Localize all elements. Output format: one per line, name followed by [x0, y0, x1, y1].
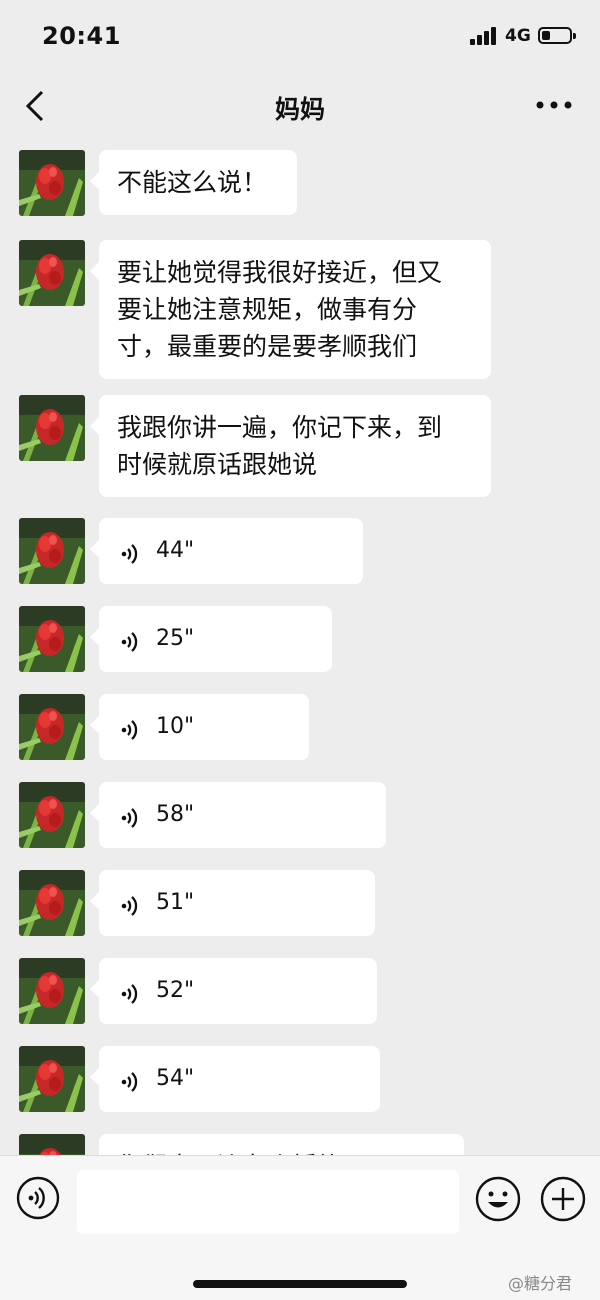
more-button[interactable]	[532, 90, 576, 120]
contact-avatar[interactable]	[19, 606, 85, 672]
more-dots-icon	[536, 101, 572, 109]
contact-avatar[interactable]	[19, 395, 85, 461]
voice-wave-icon	[119, 1067, 143, 1092]
message-line: 要让她觉得我很好接近，但又	[117, 258, 443, 287]
voice-duration: 44"	[156, 538, 195, 563]
contact-avatar[interactable]	[19, 518, 85, 584]
voice-message-bubble[interactable]: 58"	[90, 782, 386, 848]
status-time: 20:41	[42, 22, 121, 50]
battery-icon	[538, 27, 576, 44]
voice-wave-icon	[119, 891, 143, 916]
chat-header: 妈妈	[0, 72, 600, 140]
voice-wave-icon	[119, 539, 143, 564]
contact-avatar[interactable]	[19, 870, 85, 936]
contact-avatar[interactable]	[19, 240, 85, 306]
contact-avatar[interactable]	[19, 1134, 85, 1155]
contact-avatar[interactable]	[19, 694, 85, 760]
contact-avatar[interactable]	[19, 782, 85, 848]
watermark: @糖分君	[508, 1274, 573, 1293]
text-message-bubble[interactable]: 你们去那边办个婚礼吧	[99, 1134, 464, 1155]
emoji-button[interactable]	[475, 1176, 521, 1222]
voice-duration: 52"	[156, 978, 195, 1003]
text-message-bubble[interactable]: 我跟你讲一遍，你记下来，到 时候就原话跟她说	[90, 395, 491, 497]
text-message-bubble[interactable]: 不能这么说！	[90, 150, 297, 215]
message-line: 寸，最重要的是要孝顺我们	[117, 332, 418, 361]
voice-duration: 51"	[156, 890, 195, 915]
voice-message-bubble[interactable]: 25"	[90, 606, 332, 672]
message-line: 你们去那边办个婚礼吧	[117, 1148, 446, 1155]
voice-wave-icon	[119, 715, 143, 740]
home-indicator	[193, 1280, 407, 1288]
text-message-bubble[interactable]: 要让她觉得我很好接近，但又 要让她注意规矩，做事有分 寸，最重要的是要孝顺我们	[90, 240, 491, 379]
voice-input-button[interactable]	[16, 1176, 60, 1220]
chat-area[interactable]: 不能这么说！ 要让她觉得我很好接近，但又 要让她注意规矩，做事有分 寸，最重要的是要孝…	[0, 140, 600, 1155]
plus-button[interactable]	[540, 1176, 586, 1222]
input-bar: @糖分君	[0, 1155, 600, 1300]
voice-duration: 54"	[156, 1066, 195, 1091]
voice-duration: 25"	[156, 626, 195, 651]
voice-duration: 58"	[156, 802, 195, 827]
voice-wave-icon	[119, 979, 143, 1004]
contact-avatar[interactable]	[19, 150, 85, 216]
voice-wave-icon	[119, 627, 143, 652]
message-line: 要让她注意规矩，做事有分	[117, 295, 418, 324]
message-line: 时候就原话跟她说	[117, 450, 318, 479]
status-bar: 20:41 4G	[0, 0, 600, 72]
emoji-icon	[475, 1176, 521, 1222]
chat-title: 妈妈	[274, 95, 325, 124]
message-line: 我跟你讲一遍，你记下来，到	[117, 413, 443, 442]
message-line: 不能这么说！	[117, 168, 268, 197]
contact-avatar[interactable]	[19, 1046, 85, 1112]
message-input[interactable]	[77, 1170, 459, 1234]
voice-wave-icon	[119, 803, 143, 828]
voice-message-bubble[interactable]: 52"	[90, 958, 377, 1024]
voice-message-bubble[interactable]: 10"	[90, 694, 309, 760]
voice-message-bubble[interactable]: 54"	[90, 1046, 380, 1112]
signal-icon	[470, 27, 498, 45]
contact-avatar[interactable]	[19, 958, 85, 1024]
voice-message-bubble[interactable]: 44"	[90, 518, 363, 584]
voice-duration: 10"	[156, 714, 195, 739]
plus-icon	[540, 1176, 586, 1222]
voice-message-bubble[interactable]: 51"	[90, 870, 375, 936]
voice-icon	[16, 1176, 60, 1220]
network-label: 4G	[505, 26, 531, 46]
